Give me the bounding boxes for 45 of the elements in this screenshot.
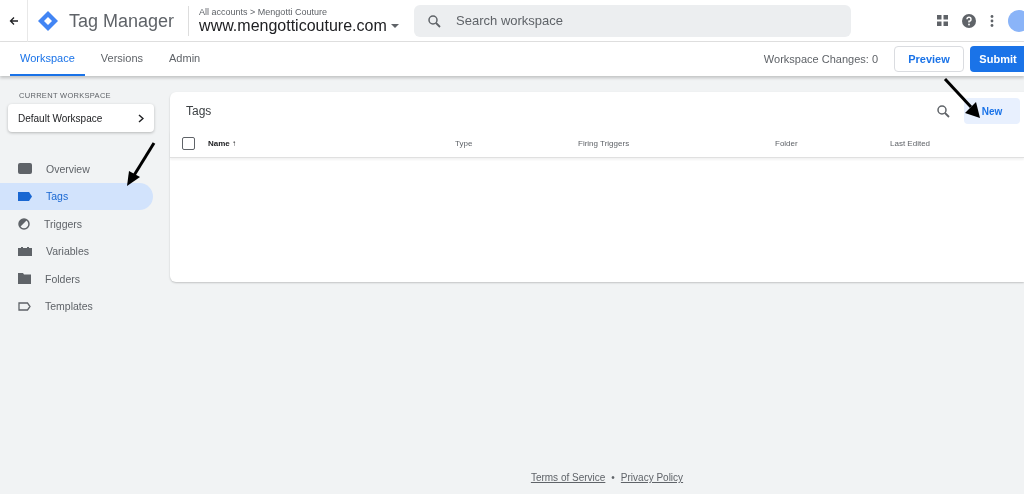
column-header[interactable]: Last Edited — [890, 139, 1010, 148]
column-header[interactable]: Folder — [775, 139, 890, 148]
container-name[interactable]: www.mengotticouture.com — [199, 16, 387, 35]
sidebar-item[interactable]: Triggers — [0, 210, 153, 238]
column-header[interactable]: Name ↑ — [208, 139, 455, 148]
annotation-arrow — [125, 141, 157, 187]
briefcase-icon — [18, 163, 32, 175]
nav-tab[interactable]: Versions — [90, 42, 154, 76]
select-all-checkbox[interactable] — [182, 137, 195, 150]
sidebar-item[interactable]: Templates — [0, 292, 153, 320]
column-header[interactable]: Firing Triggers — [578, 139, 775, 148]
breadcrumb[interactable]: All accounts > Mengotti Couture — [199, 6, 415, 17]
search-icon — [428, 14, 442, 28]
dropdown-caret-icon[interactable] — [390, 23, 399, 28]
tag-icon — [18, 191, 32, 201]
more-vertical-icon[interactable] — [990, 14, 994, 27]
back-arrow-icon[interactable] — [8, 15, 19, 26]
product-name: Tag Manager — [69, 5, 190, 36]
preview-button[interactable]: Preview — [894, 46, 964, 72]
card-title: Tags — [186, 104, 212, 118]
blocks-icon — [18, 246, 32, 256]
sidebar-item[interactable]: Variables — [0, 237, 153, 265]
workspace-selector[interactable]: Default Workspace — [8, 104, 154, 132]
column-header[interactable]: Type — [455, 139, 578, 148]
folder-icon — [18, 273, 31, 285]
trigger-icon — [18, 217, 30, 230]
search-field[interactable]: Search workspace — [414, 4, 852, 37]
terms-link[interactable]: Terms of Service — [530, 472, 606, 494]
sidebar-item[interactable]: Tags — [0, 182, 153, 210]
sidebar-item[interactable]: Overview — [0, 155, 153, 183]
chevron-right-icon — [138, 113, 144, 123]
search-icon[interactable] — [937, 104, 950, 118]
nav-tab[interactable]: Admin — [159, 42, 211, 76]
submit-button[interactable]: Submit — [970, 46, 1024, 72]
workspace-changes: Workspace Changes: 0 — [763, 53, 878, 65]
diamond-logo-icon — [37, 9, 59, 32]
privacy-link[interactable]: Privacy Policy — [620, 472, 684, 494]
new-button[interactable]: New — [964, 98, 1020, 124]
separator: • — [611, 472, 615, 485]
label-outline-icon — [18, 301, 31, 311]
help-icon[interactable] — [962, 13, 976, 28]
annotation-arrow — [943, 77, 981, 119]
nav-tab[interactable]: Workspace — [10, 42, 85, 76]
sidebar-item[interactable]: Folders — [0, 265, 153, 293]
apps-grid-icon[interactable] — [937, 15, 948, 26]
